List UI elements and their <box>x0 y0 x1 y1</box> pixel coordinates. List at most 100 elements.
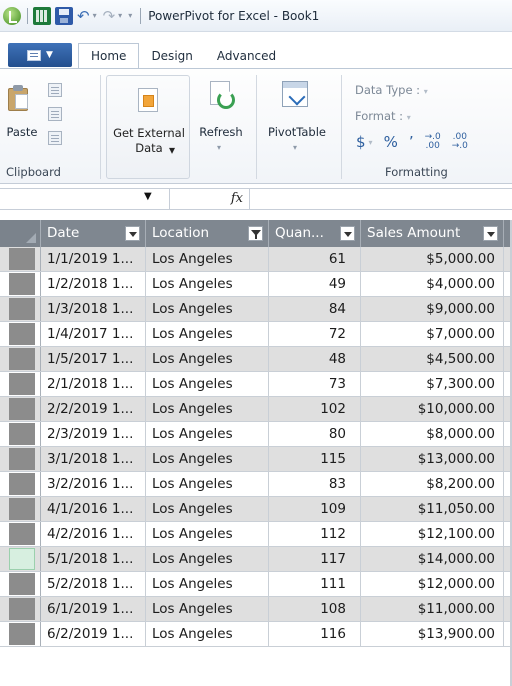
undo-icon[interactable]: ↶ <box>77 7 90 25</box>
table-row[interactable]: 1/5/2017 1... Los Angeles 48 $4,500.00 <box>0 347 512 372</box>
cell-location[interactable]: Los Angeles <box>146 397 269 421</box>
cell-quantity[interactable]: 49 <box>269 272 361 296</box>
filter-applied-icon[interactable] <box>248 226 263 241</box>
cell-date[interactable]: 2/2/2019 1... <box>41 397 146 421</box>
cell-date[interactable]: 5/2/2018 1... <box>41 572 146 596</box>
table-row[interactable]: 1/1/2019 1... Los Angeles 61 $5,000.00 <box>0 247 512 272</box>
cell-sales-amount[interactable]: $14,000.00 <box>361 547 504 571</box>
table-row[interactable]: 2/3/2019 1... Los Angeles 80 $8,000.00 <box>0 422 512 447</box>
cell-quantity[interactable]: 83 <box>269 472 361 496</box>
increase-decimal-icon[interactable]: →.0.00 <box>425 133 441 151</box>
row-selector[interactable] <box>9 273 35 295</box>
row-header[interactable] <box>0 322 41 346</box>
cell-quantity[interactable]: 109 <box>269 497 361 521</box>
percent-format-icon[interactable]: % <box>384 133 398 151</box>
cell-quantity[interactable]: 72 <box>269 322 361 346</box>
cell-date[interactable]: 1/3/2018 1... <box>41 297 146 321</box>
format-label[interactable]: Format : ▾ <box>355 109 411 123</box>
table-row[interactable]: 5/1/2018 1... Los Angeles 117 $14,000.00 <box>0 547 512 572</box>
tab-advanced[interactable]: Advanced <box>205 44 288 68</box>
row-selector[interactable] <box>9 473 35 495</box>
cell-location[interactable]: Los Angeles <box>146 422 269 446</box>
row-selector[interactable] <box>9 548 35 570</box>
row-header[interactable] <box>0 272 41 296</box>
cell-date[interactable]: 1/5/2017 1... <box>41 347 146 371</box>
cell-location[interactable]: Los Angeles <box>146 347 269 371</box>
row-header[interactable] <box>0 572 41 596</box>
cell-quantity[interactable]: 80 <box>269 422 361 446</box>
cell-date[interactable]: 3/1/2018 1... <box>41 447 146 471</box>
tab-home[interactable]: Home <box>78 43 140 69</box>
row-header[interactable] <box>0 597 41 621</box>
cell-location[interactable]: Los Angeles <box>146 522 269 546</box>
column-header-date[interactable]: Date <box>41 220 146 247</box>
row-selector[interactable] <box>9 423 35 445</box>
cell-date[interactable]: 6/1/2019 1... <box>41 597 146 621</box>
cell-quantity[interactable]: 111 <box>269 572 361 596</box>
row-selector[interactable] <box>9 323 35 345</box>
cell-location[interactable]: Los Angeles <box>146 622 269 646</box>
column-dropdown-icon[interactable] <box>483 226 498 241</box>
row-header[interactable] <box>0 447 41 471</box>
decrease-decimal-icon[interactable]: .00 →.0 <box>452 133 468 151</box>
cell-location[interactable]: Los Angeles <box>146 497 269 521</box>
cell-sales-amount[interactable]: $12,000.00 <box>361 572 504 596</box>
table-row[interactable]: 1/3/2018 1... Los Angeles 84 $9,000.00 <box>0 297 512 322</box>
fx-icon[interactable]: fx <box>170 188 250 210</box>
switch-to-excel-icon[interactable] <box>33 6 51 25</box>
undo-dropdown-icon[interactable]: ▾ <box>93 11 97 20</box>
cell-date[interactable]: 1/1/2019 1... <box>41 247 146 271</box>
cell-quantity[interactable]: 112 <box>269 522 361 546</box>
row-header[interactable] <box>0 497 41 521</box>
row-header[interactable] <box>0 397 41 421</box>
cell-location[interactable]: Los Angeles <box>146 247 269 271</box>
cell-quantity[interactable]: 116 <box>269 622 361 646</box>
cell-location[interactable]: Los Angeles <box>146 472 269 496</box>
cell-sales-amount[interactable]: $8,000.00 <box>361 422 504 446</box>
powerpivot-logo-icon[interactable] <box>3 6 21 25</box>
table-row[interactable]: 6/1/2019 1... Los Angeles 108 $11,000.00 <box>0 597 512 622</box>
row-selector[interactable] <box>9 348 35 370</box>
cell-date[interactable]: 1/4/2017 1... <box>41 322 146 346</box>
table-row[interactable]: 2/1/2018 1... Los Angeles 73 $7,300.00 <box>0 372 512 397</box>
cell-location[interactable]: Los Angeles <box>146 597 269 621</box>
column-dropdown-icon[interactable] <box>125 226 140 241</box>
cell-date[interactable]: 1/2/2018 1... <box>41 272 146 296</box>
table-row[interactable]: 2/2/2019 1... Los Angeles 102 $10,000.00 <box>0 397 512 422</box>
column-header-quantity[interactable]: Quan... <box>269 220 361 247</box>
row-selector[interactable] <box>9 373 35 395</box>
row-header[interactable] <box>0 297 41 321</box>
column-header-sales-amount[interactable]: Sales Amount <box>361 220 504 247</box>
cell-location[interactable]: Los Angeles <box>146 372 269 396</box>
cell-sales-amount[interactable]: $11,050.00 <box>361 497 504 521</box>
table-row[interactable]: 6/2/2019 1... Los Angeles 116 $13,900.00 <box>0 622 512 647</box>
formula-input[interactable] <box>250 188 512 210</box>
row-selector[interactable] <box>9 598 35 620</box>
table-row[interactable]: 5/2/2018 1... Los Angeles 111 $12,000.00 <box>0 572 512 597</box>
cell-date[interactable]: 2/3/2019 1... <box>41 422 146 446</box>
cell-quantity[interactable]: 117 <box>269 547 361 571</box>
cell-date[interactable]: 3/2/2016 1... <box>41 472 146 496</box>
cell-sales-amount[interactable]: $13,900.00 <box>361 622 504 646</box>
currency-dropdown-icon[interactable]: ▾ <box>369 138 373 147</box>
column-header-location[interactable]: Location <box>146 220 269 247</box>
row-selector[interactable] <box>9 248 35 270</box>
paste-special-icon[interactable] <box>48 131 62 145</box>
cell-sales-amount[interactable]: $5,000.00 <box>361 247 504 271</box>
copy-icon[interactable] <box>48 107 62 121</box>
column-dropdown-icon[interactable] <box>340 226 355 241</box>
row-header[interactable] <box>0 422 41 446</box>
cell-quantity[interactable]: 115 <box>269 447 361 471</box>
row-header[interactable] <box>0 622 41 646</box>
cell-quantity[interactable]: 102 <box>269 397 361 421</box>
row-header[interactable] <box>0 247 41 271</box>
data-type-label[interactable]: Data Type : ▾ <box>355 83 428 97</box>
cell-sales-amount[interactable]: $7,300.00 <box>361 372 504 396</box>
cell-sales-amount[interactable]: $13,000.00 <box>361 447 504 471</box>
get-external-data-button[interactable]: Get External Data ▾ <box>106 75 190 179</box>
row-selector[interactable] <box>9 298 35 320</box>
table-row[interactable]: 1/2/2018 1... Los Angeles 49 $4,000.00 <box>0 272 512 297</box>
cell-date[interactable]: 2/1/2018 1... <box>41 372 146 396</box>
row-header[interactable] <box>0 472 41 496</box>
cell-sales-amount[interactable]: $7,000.00 <box>361 322 504 346</box>
